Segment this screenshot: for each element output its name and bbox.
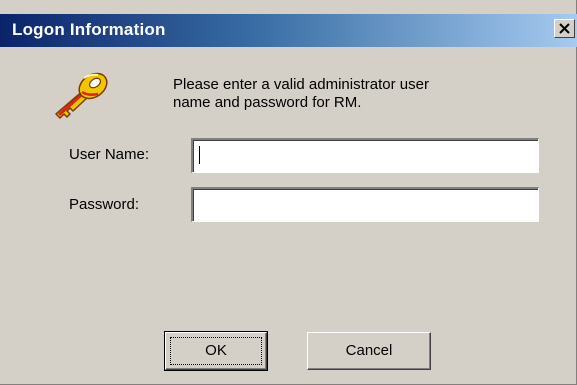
password-field[interactable] [191,187,539,222]
cancel-button[interactable]: Cancel [307,332,431,370]
dialog-title: Logon Information [12,20,166,39]
password-label: Password: [69,196,140,213]
close-button[interactable] [554,19,575,38]
instruction-line-1: Please enter a valid administrator user [173,76,429,93]
focus-rectangle [170,337,262,365]
username-field[interactable] [191,138,539,173]
instruction-line-2: name and password for RM. [173,94,362,111]
username-label: User Name: [69,146,150,163]
logon-dialog: Logon Information Please enter a valid a… [0,0,577,385]
cancel-button-label: Cancel [345,342,393,359]
instruction-text: Please enter a valid administrator user … [173,76,493,112]
ok-button[interactable]: OK [164,331,268,371]
text-caret [199,146,200,164]
title-bar[interactable]: Logon Information [0,14,577,47]
key-icon [55,72,108,119]
close-icon [559,23,570,34]
